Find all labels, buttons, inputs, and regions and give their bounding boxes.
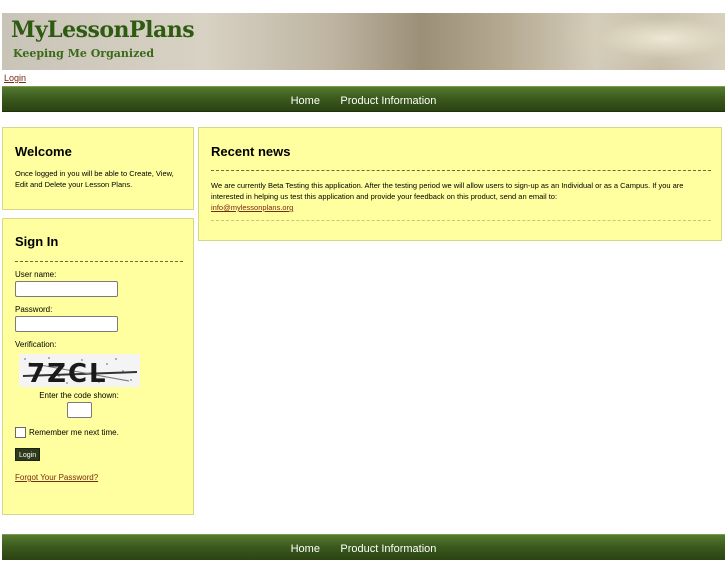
captcha-image: 7ZCL xyxy=(19,354,140,387)
signin-title: Sign In xyxy=(15,234,59,249)
welcome-title: Welcome xyxy=(15,144,72,159)
nav-home[interactable]: Home xyxy=(291,95,320,107)
nav-product-information[interactable]: Product Information xyxy=(340,95,436,107)
remember-me-label: Remember me next time. xyxy=(29,428,119,437)
banner-decoration xyxy=(562,13,725,70)
news-email-link[interactable]: info@mylessonplans.org xyxy=(211,203,293,212)
code-hint: Enter the code shown: xyxy=(39,391,119,400)
news-body: We are currently Beta Testing this appli… xyxy=(211,181,684,201)
forgot-password-link[interactable]: Forgot Your Password? xyxy=(15,473,98,482)
news-text: We are currently Beta Testing this appli… xyxy=(211,180,713,213)
signin-divider xyxy=(15,261,183,262)
username-label: User name: xyxy=(15,270,57,279)
welcome-panel: Welcome Once logged in you will be able … xyxy=(2,127,194,210)
password-input[interactable] xyxy=(15,316,118,332)
main-nav: Home Product Information xyxy=(2,86,725,112)
captcha-text: 7ZCL xyxy=(27,359,108,387)
news-bottom-divider xyxy=(211,220,711,221)
welcome-text: Once logged in you will be able to Creat… xyxy=(15,169,174,189)
site-tagline: Keeping Me Organized xyxy=(13,47,155,60)
site-banner: MyLessonPlans Keeping Me Organized xyxy=(2,13,725,70)
remember-me[interactable]: Remember me next time. xyxy=(15,427,119,438)
footer-nav: Home Product Information xyxy=(2,534,725,560)
remember-me-checkbox[interactable] xyxy=(15,427,26,438)
news-panel: Recent news We are currently Beta Testin… xyxy=(198,127,722,241)
verification-label: Verification: xyxy=(15,340,57,349)
news-divider xyxy=(211,170,711,171)
login-button[interactable]: Login xyxy=(15,448,41,461)
password-label: Password: xyxy=(15,305,53,314)
site-title: MyLessonPlans xyxy=(11,17,195,43)
news-title: Recent news xyxy=(211,144,291,159)
signin-panel: Sign In User name: Password: Verificatio… xyxy=(2,218,194,515)
header-login-link[interactable]: Login xyxy=(4,73,26,83)
verification-code-input[interactable] xyxy=(67,402,92,418)
username-input[interactable] xyxy=(15,281,118,297)
